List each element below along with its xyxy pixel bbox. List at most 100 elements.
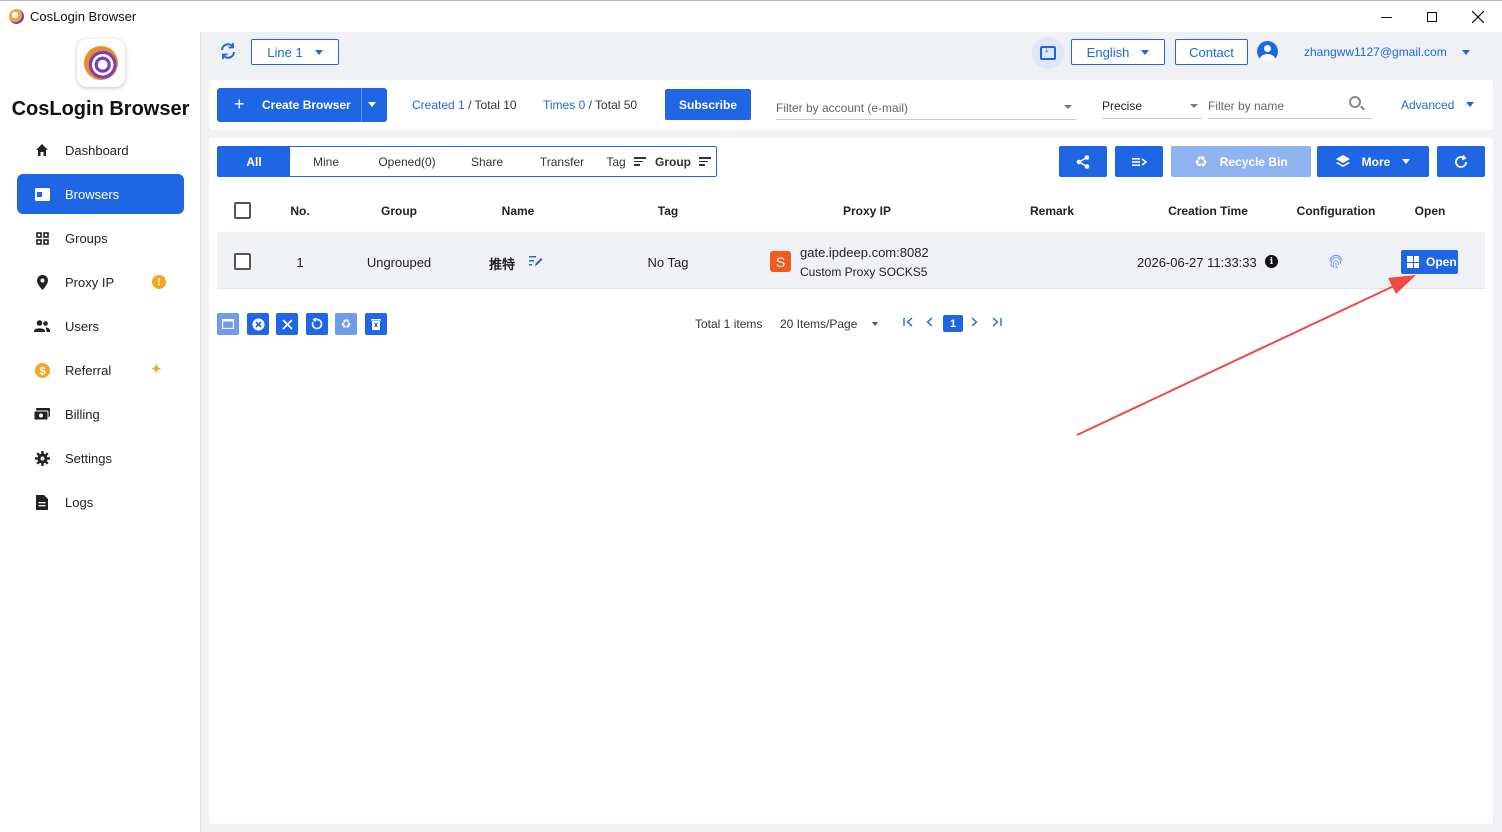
info-icon[interactable]: i <box>1265 255 1278 268</box>
line-select-value: Line 1 <box>267 44 303 60</box>
more-label: More <box>1361 154 1391 169</box>
window-title: CosLogin Browser <box>30 9 137 24</box>
tab-opened[interactable]: Opened(0) <box>362 147 452 176</box>
account-filter-placeholder: Filter by account (e-mail) <box>776 101 909 115</box>
sidebar-item-label: Browsers <box>65 186 120 202</box>
bulk-refresh-button[interactable] <box>306 313 328 335</box>
sidebar-item-proxy-ip[interactable]: Proxy IP ! <box>17 262 184 302</box>
chevron-down-icon <box>314 49 323 55</box>
proxy-type-badge: S <box>770 251 791 272</box>
name-filter-input[interactable]: Filter by name <box>1208 89 1372 119</box>
app-logo-icon <box>9 9 24 24</box>
more-button[interactable]: More <box>1317 146 1429 177</box>
chevron-down-icon[interactable] <box>872 322 878 326</box>
column-header-group: Group <box>381 204 417 218</box>
warning-badge-icon: ! <box>152 275 166 289</box>
bulk-delete-button[interactable] <box>365 313 387 335</box>
chevron-down-icon[interactable] <box>1466 102 1474 107</box>
tab-mine[interactable]: Mine <box>290 147 362 176</box>
sync-button[interactable] <box>218 42 238 62</box>
sidebar-item-groups[interactable]: Groups <box>17 218 184 258</box>
sidebar-item-billing[interactable]: Billing <box>17 394 184 434</box>
svg-text:$: $ <box>39 365 45 377</box>
split-divider <box>361 88 362 122</box>
line-select[interactable]: Line 1 <box>251 39 339 65</box>
select-all-checkbox[interactable] <box>234 202 251 219</box>
edit-name-icon[interactable] <box>529 255 543 270</box>
account-filter-input[interactable]: Filter by account (e-mail) <box>776 90 1076 120</box>
layers-icon <box>1335 155 1350 167</box>
bulk-cancel-button[interactable] <box>276 313 298 335</box>
bulk-close-button[interactable] <box>247 313 269 335</box>
x-icon <box>281 318 293 330</box>
tab-transfer[interactable]: Transfer <box>522 147 602 176</box>
transfer-icon <box>1131 157 1147 166</box>
last-page-icon <box>992 317 1002 327</box>
last-page-button[interactable] <box>991 315 1002 330</box>
window-icon <box>222 319 234 329</box>
first-page-button[interactable] <box>903 315 914 330</box>
tab-all[interactable]: All <box>218 147 290 176</box>
share-button[interactable] <box>1059 146 1107 177</box>
next-page-button[interactable] <box>971 315 978 330</box>
recycle-bin-button[interactable]: ♻ Recycle Bin <box>1171 146 1311 177</box>
sidebar-item-users[interactable]: Users <box>17 306 184 346</box>
account-avatar-icon[interactable] <box>1257 41 1278 62</box>
download-button[interactable] <box>1032 37 1064 69</box>
fingerprint-icon[interactable] <box>1327 252 1345 270</box>
row-creation-time: 2026-06-27 11:33:33 <box>1137 255 1257 270</box>
close-button[interactable] <box>1455 1 1501 33</box>
current-page[interactable]: 1 <box>943 315 963 332</box>
column-header-proxy-ip: Proxy IP <box>842 204 892 218</box>
column-header-name: Name <box>501 204 535 218</box>
subscribe-button[interactable]: Subscribe <box>665 89 751 120</box>
filter-tabs: All Mine Opened(0) Share Transfer Tag Gr… <box>217 146 717 177</box>
sidebar-item-label: Proxy IP <box>65 274 115 290</box>
times-label: Times <box>543 98 576 112</box>
prev-page-button[interactable] <box>926 315 933 330</box>
advanced-filter-toggle[interactable]: Advanced <box>1401 98 1454 112</box>
page-size-select[interactable]: 20 Items/Page <box>780 317 857 331</box>
chevron-down-icon <box>1190 104 1198 108</box>
account-email[interactable]: zhangww1127@gmail.com <box>1304 45 1447 59</box>
search-icon[interactable] <box>1349 96 1361 108</box>
contact-button[interactable]: Contact <box>1175 39 1248 65</box>
maximize-button[interactable] <box>1409 1 1455 33</box>
row-checkbox[interactable] <box>234 253 251 270</box>
created-stat: Created 1 / Total 10 <box>412 98 517 112</box>
column-header-open: Open <box>1414 204 1446 218</box>
tab-group[interactable]: Group <box>652 147 714 176</box>
row-no: 1 <box>296 255 304 270</box>
create-browser-button[interactable]: + Create Browser <box>217 88 387 122</box>
column-header-creation-time: Creation Time <box>1168 204 1248 218</box>
bulk-open-window-button[interactable] <box>217 313 239 335</box>
account-chevron-down-icon[interactable] <box>1462 50 1470 55</box>
create-browser-dropdown-icon[interactable] <box>368 102 376 107</box>
bulk-recycle-button[interactable]: ♻ <box>335 313 357 335</box>
open-browser-button[interactable]: Open <box>1401 250 1458 274</box>
tab-tag[interactable]: Tag <box>602 147 650 176</box>
tab-share[interactable]: Share <box>452 147 522 176</box>
language-select-value: English <box>1086 44 1130 60</box>
close-icon <box>1472 11 1484 23</box>
brand-logo <box>77 39 125 87</box>
minimize-button[interactable] <box>1363 1 1409 33</box>
language-select[interactable]: English <box>1071 39 1165 65</box>
sidebar-item-dashboard[interactable]: Dashboard <box>17 130 184 170</box>
users-icon <box>34 318 50 334</box>
minimize-icon <box>1380 16 1392 18</box>
sidebar-item-referral[interactable]: $ Referral ✦ <box>17 350 184 390</box>
sidebar-item-label: Groups <box>65 230 108 246</box>
sidebar-item-browsers[interactable]: Browsers <box>17 174 184 214</box>
tab-group-label: Group <box>655 154 691 169</box>
sidebar-item-logs[interactable]: Logs <box>17 482 184 522</box>
match-mode-select[interactable]: Precise <box>1102 89 1202 119</box>
refresh-button[interactable] <box>1437 146 1485 177</box>
sidebar-item-settings[interactable]: Settings <box>17 438 184 478</box>
chevron-down-icon <box>1402 159 1411 164</box>
plus-icon: + <box>234 94 245 114</box>
created-value: 1 <box>458 98 465 112</box>
row-name: 推特 <box>489 257 516 272</box>
transfer-button[interactable] <box>1115 146 1163 177</box>
close-circle-icon <box>252 318 264 330</box>
